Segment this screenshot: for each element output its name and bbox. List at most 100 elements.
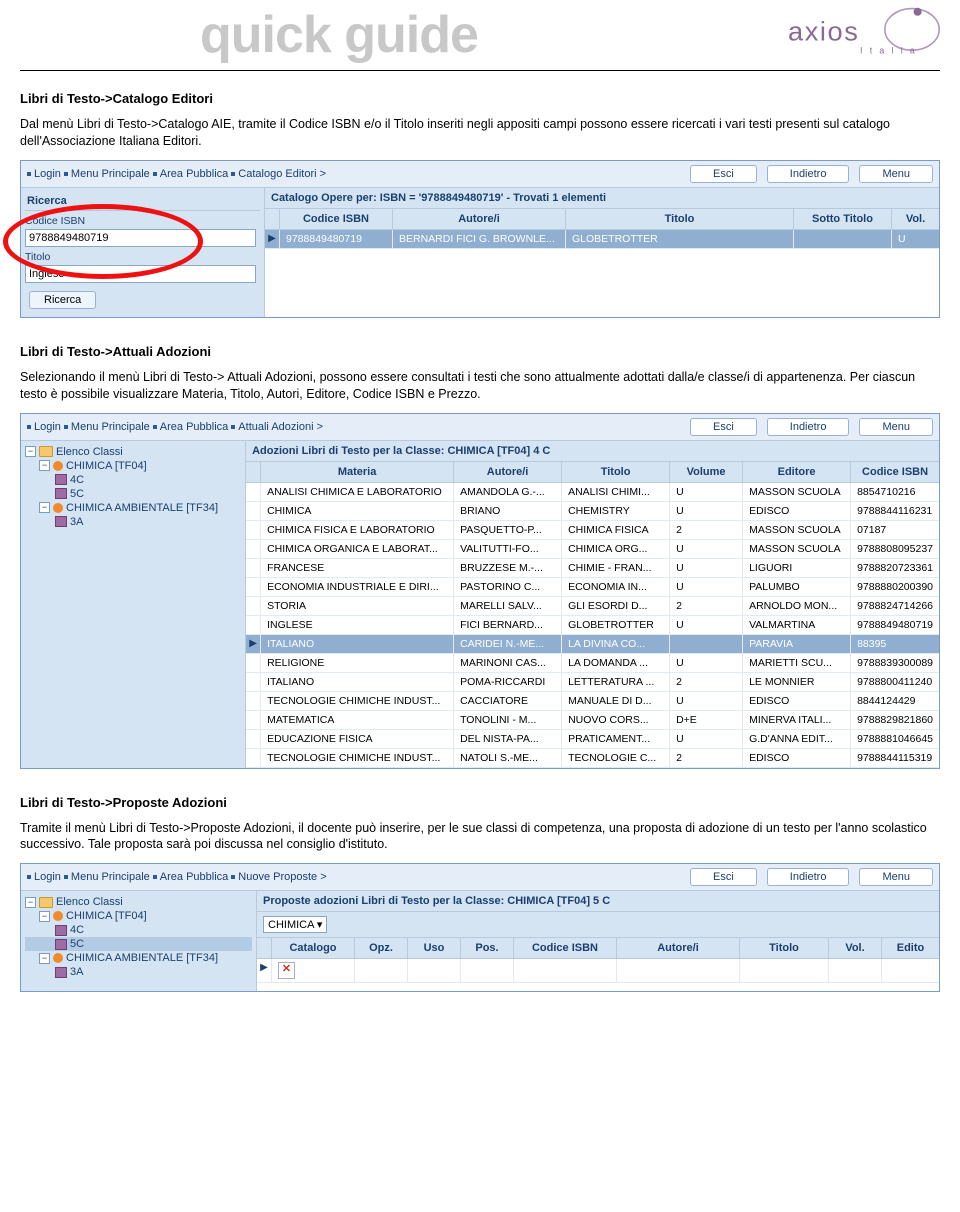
tree-class-4c[interactable]: 4C: [25, 473, 241, 487]
col-pos: Pos.: [460, 938, 513, 958]
tree-class-5c[interactable]: 5C: [25, 487, 241, 501]
tree-root[interactable]: −Elenco Classi: [25, 895, 252, 909]
esci-button[interactable]: Esci: [690, 868, 757, 886]
col-opz: Opz.: [354, 938, 407, 958]
table-row[interactable]: CHIMICA FISICA E LABORATORIOPASQUETTO-P.…: [246, 521, 939, 540]
header-separator: [20, 70, 940, 71]
collapse-icon[interactable]: −: [39, 460, 50, 471]
breadcrumb: Login Menu Principale Area Pubblica Nuov…: [21, 864, 939, 891]
bc-area-pubblica[interactable]: Area Pubblica: [160, 871, 229, 883]
bc-area-pubblica[interactable]: Area Pubblica: [160, 168, 229, 180]
col-titolo: Titolo: [565, 209, 793, 229]
bc-menu-principale[interactable]: Menu Principale: [71, 168, 150, 180]
adozioni-panel: Adozioni Libri di Testo per la Classe: C…: [246, 441, 939, 768]
class-icon: [55, 474, 67, 485]
table-row[interactable]: ▶ITALIANOCARIDEI N.-ME...LA DIVINA CO...…: [246, 635, 939, 654]
table-row[interactable]: ECONOMIA INDUSTRIALE E DIRI...PASTORINO …: [246, 578, 939, 597]
table-row[interactable]: TECNOLOGIE CHIMICHE INDUST...NATOLI S.-M…: [246, 749, 939, 768]
bc-attuali-adozioni[interactable]: Attuali Adozioni >: [238, 421, 323, 433]
tree-class-3a[interactable]: 3A: [25, 515, 241, 529]
tree-class-3a[interactable]: 3A: [25, 965, 252, 979]
person-icon: [53, 911, 63, 921]
bc-menu-principale[interactable]: Menu Principale: [71, 871, 150, 883]
table-row[interactable]: ▶ ✕: [257, 959, 939, 983]
col-titolo: Titolo: [561, 462, 669, 482]
collapse-icon[interactable]: −: [39, 953, 50, 964]
indietro-button[interactable]: Indietro: [767, 165, 850, 183]
tree-course[interactable]: −CHIMICA AMBIENTALE [TF34]: [25, 501, 241, 515]
bc-menu-principale[interactable]: Menu Principale: [71, 421, 150, 433]
sec2-body: Selezionando il menù Libri di Testo-> At…: [20, 369, 940, 403]
titolo-input[interactable]: [25, 265, 256, 283]
page-header: quick guide axios I t a l i a: [0, 0, 960, 70]
table-row[interactable]: FRANCESEBRUZZESE M.-...CHIMIE - FRAN...U…: [246, 559, 939, 578]
table-row[interactable]: ▶ 9788849480719 BERNARDI FICI G. BROWNLE…: [265, 230, 939, 249]
collapse-icon[interactable]: −: [39, 911, 50, 922]
esci-button[interactable]: Esci: [690, 165, 757, 183]
collapse-icon[interactable]: −: [25, 897, 36, 908]
tree-class-4c[interactable]: 4C: [25, 923, 252, 937]
isbn-input[interactable]: [25, 229, 256, 247]
class-icon: [55, 939, 67, 950]
col-isbn: Codice ISBN: [279, 209, 392, 229]
col-vol: Vol.: [891, 209, 939, 229]
tree-course[interactable]: −CHIMICA AMBIENTALE [TF34]: [25, 951, 252, 965]
col-catalogo: Catalogo: [271, 938, 354, 958]
table-row[interactable]: MATEMATICATONOLINI - M...NUOVO CORS...D+…: [246, 711, 939, 730]
collapse-icon[interactable]: −: [39, 502, 50, 513]
table-row[interactable]: CHIMICABRIANOCHEMISTRYUEDISCO97888441162…: [246, 502, 939, 521]
bc-catalogo-editori[interactable]: Catalogo Editori >: [238, 168, 326, 180]
indietro-button[interactable]: Indietro: [767, 418, 850, 436]
delete-button[interactable]: ✕: [278, 962, 295, 979]
tree-root[interactable]: −Elenco Classi: [25, 445, 241, 459]
indietro-button[interactable]: Indietro: [767, 868, 850, 886]
materia-select[interactable]: CHIMICA ▾: [263, 916, 327, 933]
table-row[interactable]: RELIGIONEMARINONI CAS...LA DOMANDA ...UM…: [246, 654, 939, 673]
menu-button[interactable]: Menu: [859, 165, 933, 183]
tree-class-5c[interactable]: 5C: [25, 937, 252, 951]
class-tree-panel: −Elenco Classi −CHIMICA [TF04] 4C 5C −CH…: [21, 441, 246, 768]
col-vol: Vol.: [828, 938, 881, 958]
bc-login[interactable]: Login: [34, 871, 61, 883]
table-row[interactable]: EDUCAZIONE FISICADEL NISTA-PA...PRATICAM…: [246, 730, 939, 749]
col-editore: Editore: [742, 462, 850, 482]
results-panel: Catalogo Opere per: ISBN = '978884948071…: [265, 188, 939, 317]
adozioni-title: Adozioni Libri di Testo per la Classe: C…: [246, 441, 939, 462]
menu-button[interactable]: Menu: [859, 868, 933, 886]
proposte-adozioni-app: Login Menu Principale Area Pubblica Nuov…: [20, 863, 940, 992]
col-autore: Autore/i: [616, 938, 739, 958]
adozioni-header: Materia Autore/i Titolo Volume Editore C…: [246, 462, 939, 483]
class-icon: [55, 516, 67, 527]
col-autore: Autore/i: [392, 209, 565, 229]
folder-icon: [39, 897, 53, 908]
table-row[interactable]: STORIAMARELLI SALV...GLI ESORDI D...2ARN…: [246, 597, 939, 616]
class-icon: [55, 967, 67, 978]
tree-course[interactable]: −CHIMICA [TF04]: [25, 909, 252, 923]
bc-area-pubblica[interactable]: Area Pubblica: [160, 421, 229, 433]
table-row[interactable]: TECNOLOGIE CHIMICHE INDUST...CACCIATOREM…: [246, 692, 939, 711]
table-row[interactable]: ANALISI CHIMICA E LABORATORIOAMANDOLA G.…: [246, 483, 939, 502]
sec1-body: Dal menù Libri di Testo->Catalogo AIE, t…: [20, 116, 940, 150]
bc-login[interactable]: Login: [34, 168, 61, 180]
col-uso: Uso: [407, 938, 460, 958]
sec1-title: Libri di Testo->Catalogo Editori: [20, 91, 940, 106]
esci-button[interactable]: Esci: [690, 418, 757, 436]
col-edito: Edito: [881, 938, 939, 958]
col-autore: Autore/i: [453, 462, 561, 482]
sec2-title: Libri di Testo->Attuali Adozioni: [20, 344, 940, 359]
person-icon: [53, 953, 63, 963]
tree-course[interactable]: −CHIMICA [TF04]: [25, 459, 241, 473]
table-row[interactable]: CHIMICA ORGANICA E LABORAT...VALITUTTI-F…: [246, 540, 939, 559]
col-titolo: Titolo: [739, 938, 828, 958]
table-row[interactable]: INGLESEFICI BERNARD...GLOBETROTTERUVALMA…: [246, 616, 939, 635]
class-icon: [55, 925, 67, 936]
bc-nuove-proposte[interactable]: Nuove Proposte >: [238, 871, 326, 883]
collapse-icon[interactable]: −: [25, 446, 36, 457]
catalogo-editori-app: Login Menu Principale Area Pubblica Cata…: [20, 160, 940, 318]
table-row[interactable]: ITALIANOPOMA-RICCARDILETTERATURA ...2LE …: [246, 673, 939, 692]
svg-text:axios: axios: [788, 16, 859, 47]
menu-button[interactable]: Menu: [859, 418, 933, 436]
ricerca-button[interactable]: Ricerca: [29, 291, 96, 309]
class-icon: [55, 488, 67, 499]
bc-login[interactable]: Login: [34, 421, 61, 433]
